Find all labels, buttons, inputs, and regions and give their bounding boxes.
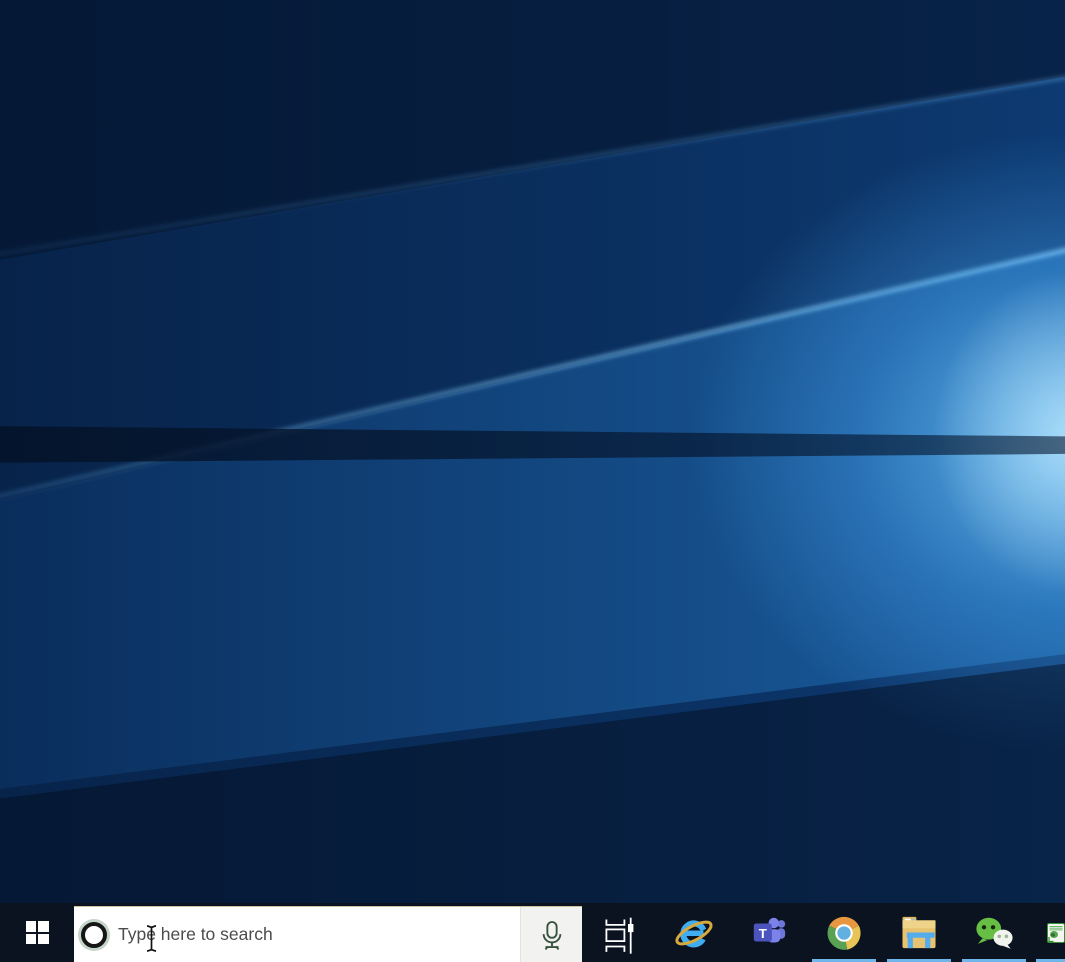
green-document-icon [1047,913,1065,953]
text-ibeam-cursor [145,924,158,953]
desktop[interactable]: T [0,0,1065,962]
taskbar-icon-internet-explorer[interactable] [656,903,731,962]
svg-text:T: T [758,925,766,940]
windows-logo-icon [26,921,49,944]
taskbar-icon-wechat[interactable] [956,903,1031,962]
start-button[interactable] [0,903,74,962]
search-input[interactable] [118,924,520,945]
chrome-icon [826,915,862,951]
microphone-icon [539,919,565,951]
task-view-icon [601,912,637,954]
cortana-circle-icon [81,922,107,948]
taskbar-icon-partial-app[interactable] [1031,903,1065,962]
task-view-button[interactable] [582,903,656,962]
taskbar-icon-google-chrome[interactable] [806,903,881,962]
microphone-button[interactable] [520,907,582,962]
taskbar-icon-file-explorer[interactable] [881,903,956,962]
file-explorer-icon [899,913,939,952]
internet-explorer-icon [674,913,714,953]
desktop-wallpaper [0,0,1065,962]
wechat-icon [974,914,1014,951]
microsoft-teams-icon: T [750,914,788,952]
taskbar-icon-microsoft-teams[interactable]: T [731,903,806,962]
taskbar: T [0,903,1065,962]
